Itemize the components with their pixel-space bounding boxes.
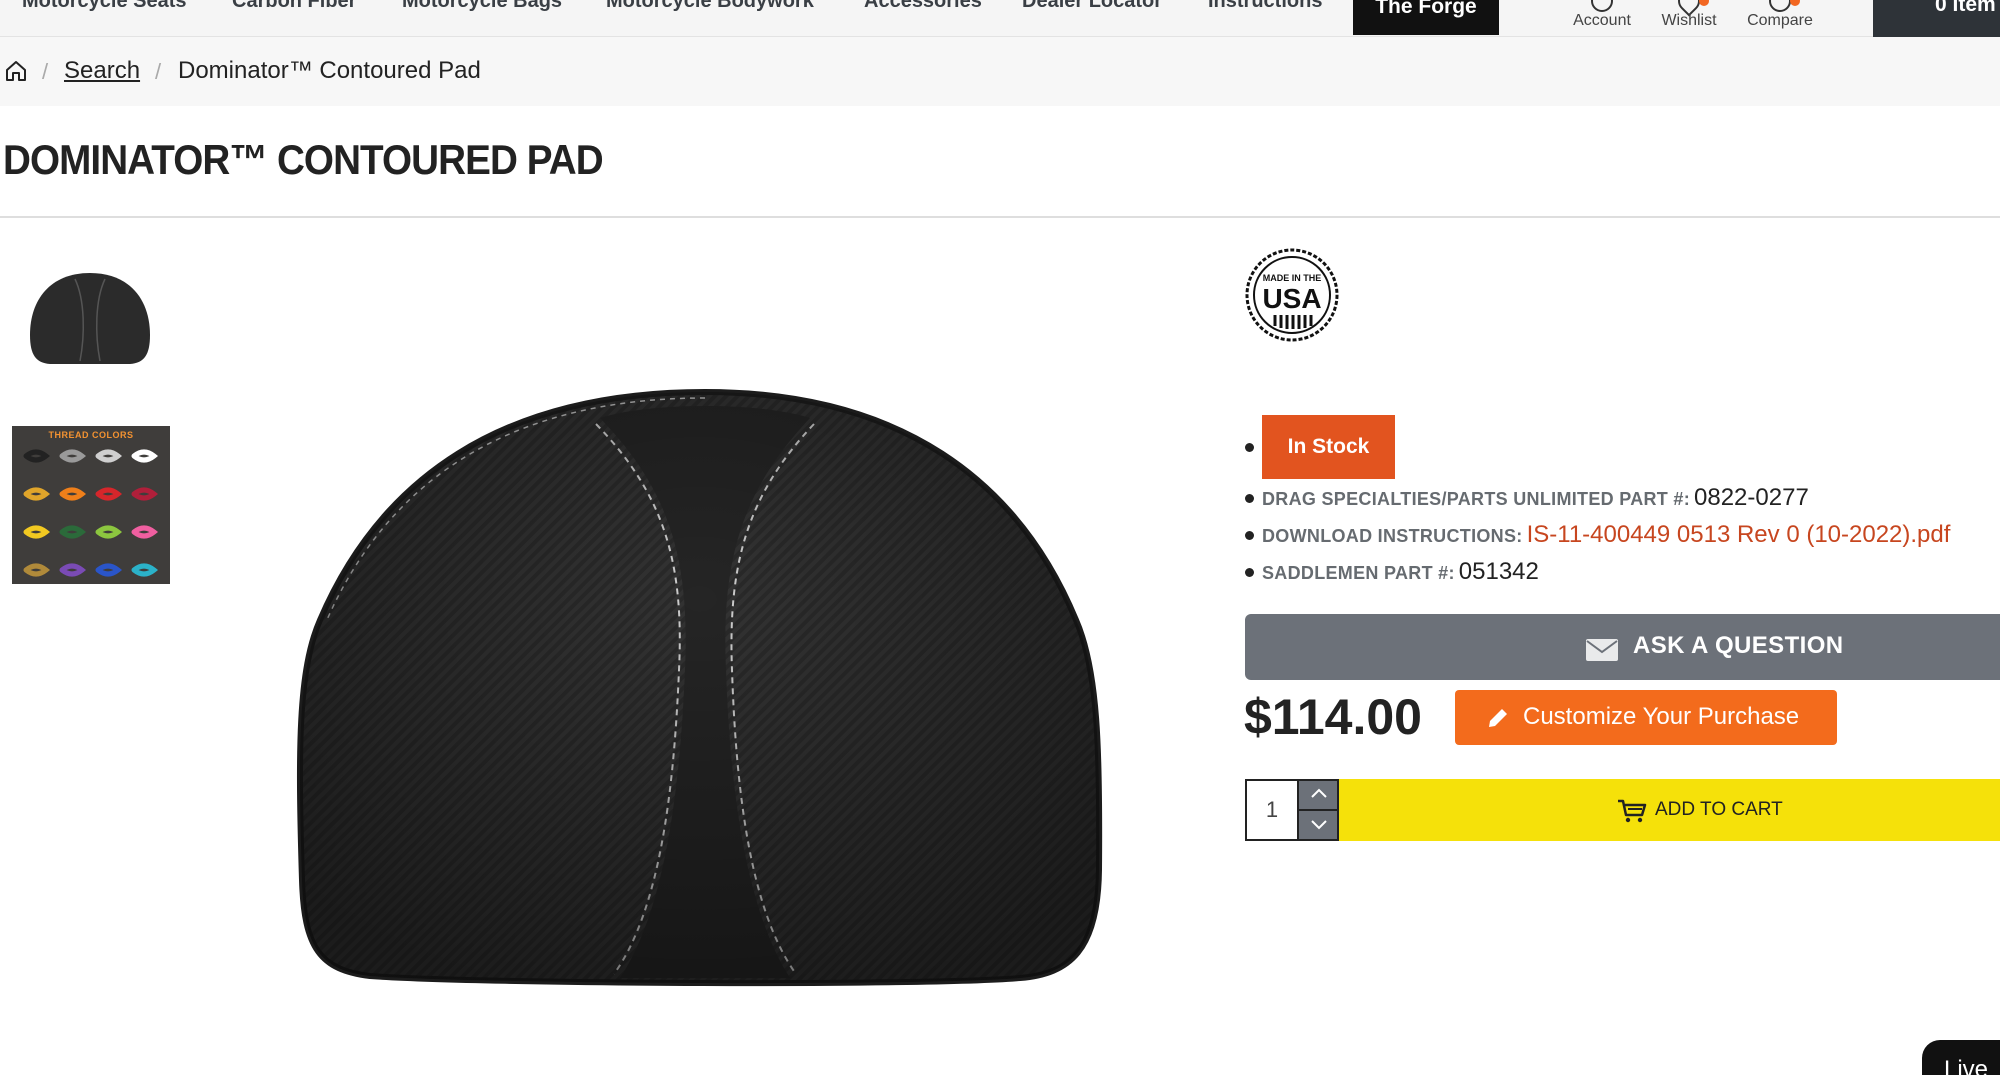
breadcrumb-separator: /	[155, 59, 162, 84]
quantity-input[interactable]: 1	[1245, 779, 1297, 841]
quantity-decrease-button[interactable]	[1297, 810, 1339, 841]
breadcrumb-current: Dominator™ Contoured Pad	[178, 57, 481, 84]
nav-item-instructions[interactable]: Instructions	[1208, 0, 1322, 13]
instructions-pdf-link[interactable]: IS-11-400449 0513 Rev 0 (10-2022).pdf	[1527, 521, 1951, 548]
spec-value: 051342	[1458, 558, 1539, 585]
quantity-increase-button[interactable]	[1297, 779, 1339, 810]
chevron-down-icon	[1311, 820, 1327, 830]
breadcrumb-search-link[interactable]: Search	[64, 57, 140, 85]
thread-color-swatches	[23, 449, 159, 577]
compare-count-badge	[1790, 0, 1800, 6]
cart-button[interactable]: 0 Item	[1873, 0, 2000, 37]
compare-icon	[1769, 0, 1791, 12]
divider	[0, 216, 2000, 218]
compare-link[interactable]: Compare	[1740, 0, 1820, 36]
spec-saddlemen-part-number: SADDLEMEN PART #: 051342	[1262, 558, 1539, 586]
customize-purchase-label: Customize Your Purchase	[1523, 703, 1800, 730]
spec-value: 0822-0277	[1694, 484, 1809, 511]
spec-key: DOWNLOAD INSTRUCTIONS:	[1262, 526, 1523, 546]
breadcrumb: / Search / Dominator™ Contoured Pad	[0, 37, 2000, 106]
account-icon	[1591, 0, 1613, 12]
breadcrumb-separator: /	[42, 59, 49, 84]
nav-item-motorcycle-bags[interactable]: Motorcycle Bags	[402, 0, 562, 13]
cart-icon	[1618, 799, 1647, 823]
nav-item-carbon-fiber[interactable]: Carbon Fiber	[232, 0, 356, 13]
envelope-icon	[1586, 639, 1618, 661]
made-in-usa-badge: MADE IN THE USA	[1245, 248, 1339, 342]
page-title: DOMINATOR™ CONTOURED PAD	[3, 136, 604, 183]
nav-item-dealer-locator[interactable]: Dealer Locator	[1022, 0, 1162, 13]
svg-text:MADE IN THE: MADE IN THE	[1263, 273, 1322, 283]
account-label: Account	[1573, 12, 1631, 29]
product-main-image	[296, 388, 1103, 987]
account-link[interactable]: Account	[1562, 0, 1642, 36]
list-bullet	[1245, 531, 1254, 540]
ask-a-question-button[interactable]: ASK A QUESTION	[1245, 614, 2000, 680]
chevron-up-icon	[1311, 788, 1327, 798]
live-chat-button[interactable]: Live	[1922, 1040, 2000, 1075]
wishlist-link[interactable]: Wishlist	[1649, 0, 1729, 36]
spec-key: SADDLEMEN PART #:	[1262, 563, 1455, 583]
the-forge-button[interactable]: The Forge	[1353, 0, 1499, 35]
top-navigation: Motorcycle Seats Carbon Fiber Motorcycle…	[0, 0, 2000, 37]
add-to-cart-label: ADD TO CART	[1655, 799, 1783, 820]
product-thumbnail-pad[interactable]	[10, 255, 170, 385]
stock-status-badge: In Stock	[1262, 415, 1395, 479]
nav-item-motorcycle-bodywork[interactable]: Motorcycle Bodywork	[606, 0, 814, 13]
add-to-cart-button[interactable]: ADD TO CART	[1339, 779, 2000, 841]
customize-purchase-button[interactable]: Customize Your Purchase	[1455, 690, 1837, 745]
ask-a-question-label: ASK A QUESTION	[1633, 632, 1844, 659]
spec-download-instructions: DOWNLOAD INSTRUCTIONS: IS-11-400449 0513 …	[1262, 521, 1950, 549]
compare-label: Compare	[1747, 12, 1813, 29]
spec-drag-part-number: DRAG SPECIALTIES/PARTS UNLIMITED PART #:…	[1262, 484, 1809, 512]
home-icon[interactable]	[4, 59, 28, 83]
thread-colors-thumbnail[interactable]: THREAD COLORS	[12, 426, 170, 584]
list-bullet	[1245, 494, 1254, 503]
pencil-icon	[1489, 709, 1507, 727]
nav-item-motorcycle-seats[interactable]: Motorcycle Seats	[22, 0, 187, 13]
svg-text:USA: USA	[1262, 283, 1321, 314]
product-price: $114.00	[1244, 689, 1422, 745]
spec-key: DRAG SPECIALTIES/PARTS UNLIMITED PART #:	[1262, 489, 1691, 509]
list-bullet	[1245, 568, 1254, 577]
list-bullet	[1245, 443, 1254, 452]
wishlist-count-badge	[1699, 0, 1709, 6]
nav-item-accessories[interactable]: Accessories	[864, 0, 982, 13]
wishlist-label: Wishlist	[1661, 12, 1717, 29]
